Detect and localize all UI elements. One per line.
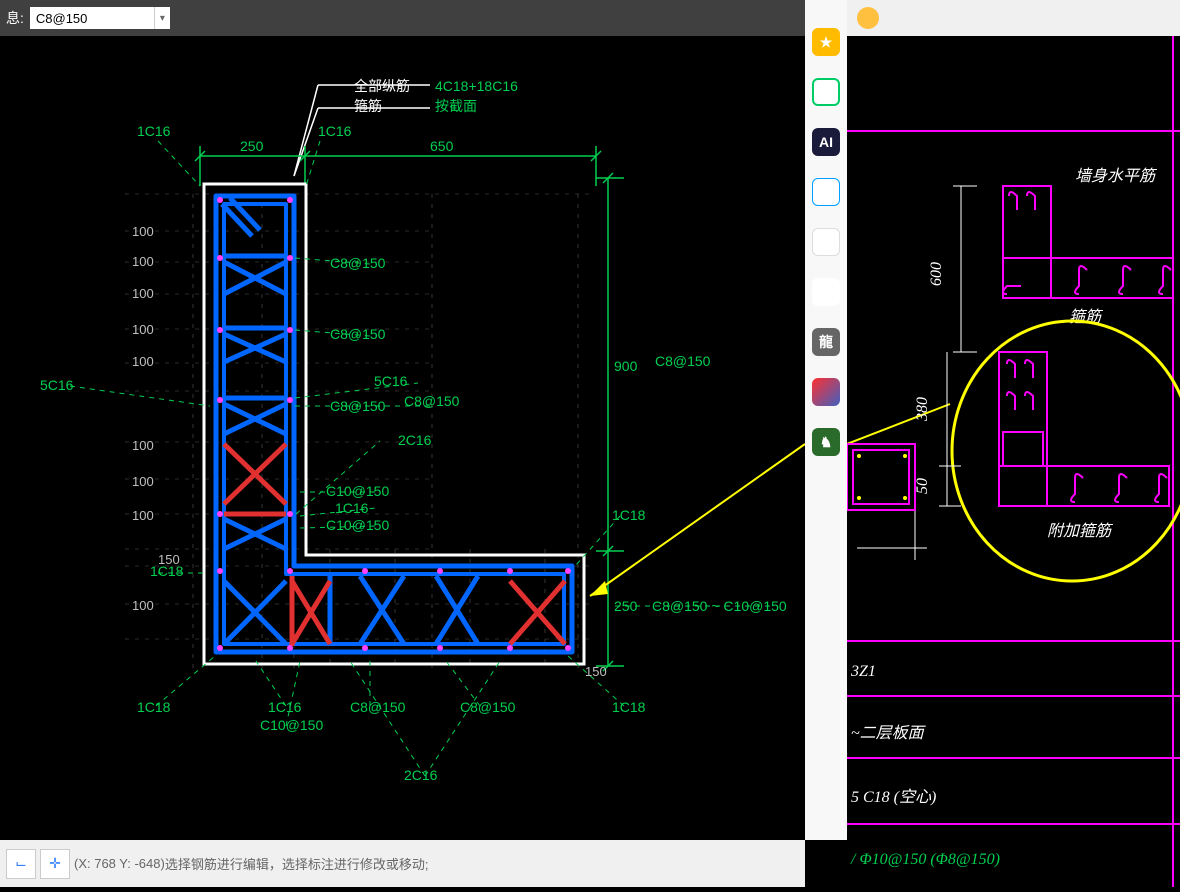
tool-ortho-icon[interactable]: ⌙: [6, 849, 36, 879]
all-rebar-label: 全部纵筋: [354, 78, 410, 94]
svg-text:150: 150: [585, 664, 607, 679]
icon-sidebar: ★ ◔ AI G C ❀ 龍 ♞: [805, 0, 847, 840]
dim-50: 50: [914, 478, 931, 494]
c1-16-tr: 1C16: [318, 123, 352, 139]
app-logo-icon: [857, 7, 879, 29]
c1-16-m: 1C16: [335, 500, 369, 516]
eagle-icon[interactable]: ♞: [812, 428, 840, 456]
c5-16-l: 5C16: [40, 377, 74, 393]
svg-text:150: 150: [158, 552, 180, 567]
dim-380: 380: [914, 397, 931, 422]
status-bar: ⌙ ✛ (X: 768 Y: -648) 选择钢筋进行编辑，选择标注进行修改或移…: [0, 840, 805, 887]
paw-icon[interactable]: ❀: [812, 278, 840, 306]
main-cad-canvas[interactable]: 全部纵筋 4C18+18C16 箍筋 按截面 250 650 900 250 1…: [0, 36, 805, 840]
dim-900: 900: [614, 358, 638, 374]
input-dropdown-icon[interactable]: ▾: [154, 7, 170, 29]
extra-stirrup-label: 附加箍筋: [1047, 522, 1114, 540]
right-panel: 墙身水平筋 箍筋 600 附加箍筋: [847, 0, 1180, 887]
status-msg: 选择钢筋进行编辑，选择标注进行修改或移动;: [165, 854, 429, 873]
wall-horiz-label: 墙身水平筋: [1075, 167, 1158, 185]
right-reference-canvas[interactable]: 墙身水平筋 箍筋 600 附加箍筋: [847, 36, 1180, 887]
svg-text:100: 100: [132, 474, 154, 489]
c2-16-b: 2C16: [404, 767, 438, 783]
ball-icon[interactable]: [812, 378, 840, 406]
svg-text:100: 100: [132, 286, 154, 301]
c2-16-m: 2C16: [398, 432, 432, 448]
tool-snap-icon[interactable]: ✛: [40, 849, 70, 879]
rebar1-label: 5 C18 (空心): [851, 788, 936, 806]
status-coord: (X: 768 Y: -648): [74, 856, 165, 871]
svg-text:100: 100: [132, 354, 154, 369]
c8-150-r: C8@150: [655, 353, 711, 369]
app-g-icon[interactable]: G: [812, 178, 840, 206]
svg-text:100: 100: [132, 224, 154, 239]
c8-150-b: C8@150: [330, 326, 386, 342]
c8-150-b1: C8@150: [350, 699, 406, 715]
app-c-icon[interactable]: C: [812, 228, 840, 256]
c1-18-bl: 1C18: [137, 699, 171, 715]
layer-label: ~二层板面: [851, 724, 927, 742]
dim-r250: 250: [614, 598, 638, 614]
c1-18-r: 1C18: [612, 507, 646, 523]
stirrup-value: 按截面: [435, 98, 477, 114]
svg-text:100: 100: [132, 598, 154, 613]
dim-600: 600: [928, 262, 945, 286]
rebar2-label: / Φ10@150 (Φ8@150): [850, 851, 1000, 868]
c10-150-b: C10@150: [260, 717, 323, 733]
c8-150-b2: C8@150: [460, 699, 516, 715]
annotation-ellipse: [952, 321, 1180, 581]
clock-icon[interactable]: ◔: [812, 78, 840, 106]
ai-icon[interactable]: AI: [812, 128, 840, 156]
c1-16-b1: 1C16: [268, 699, 302, 715]
c10-150-m: C10@150: [326, 483, 389, 499]
c8-150-d: C8@150: [404, 393, 460, 409]
stirrup-label: 箍筋: [354, 98, 382, 114]
id-label: 3Z1: [850, 663, 876, 680]
svg-text:100: 100: [132, 438, 154, 453]
c5-16-m: 5C16: [374, 373, 408, 389]
annotation-arrow-r: [847, 404, 950, 444]
input-label: 息:: [6, 8, 24, 28]
c10-150-n: C10@150: [326, 517, 389, 533]
c8-150-c: C8@150: [330, 398, 386, 414]
right-tabbar: [847, 0, 1180, 36]
top-bar: 息: ▾: [0, 0, 805, 36]
rebar-input[interactable]: [30, 7, 154, 29]
star-icon[interactable]: ★: [812, 28, 840, 56]
c1-18-br: 1C18: [612, 699, 646, 715]
right-combo: C8@150 ~ C10@150: [652, 598, 787, 614]
long-icon[interactable]: 龍: [812, 328, 840, 356]
dim-250: 250: [240, 138, 264, 154]
svg-text:100: 100: [132, 322, 154, 337]
c1-16-tl: 1C16: [137, 123, 171, 139]
svg-text:100: 100: [132, 254, 154, 269]
svg-text:100: 100: [132, 508, 154, 523]
c8-150-a: C8@150: [330, 255, 386, 271]
all-rebar-value: 4C18+18C16: [435, 78, 518, 94]
dim-650: 650: [430, 138, 454, 154]
